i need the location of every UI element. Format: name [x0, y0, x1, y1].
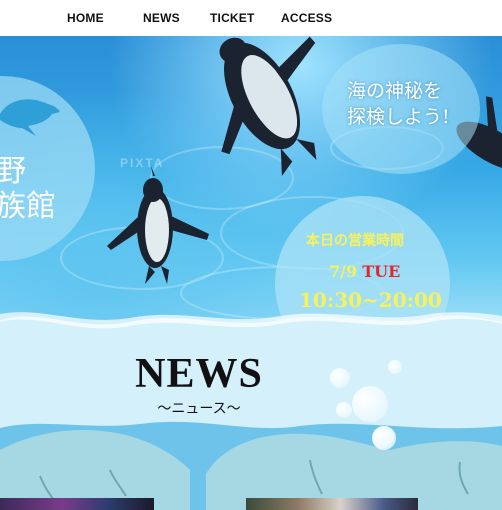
- tagline-line2: 探検しよう!: [347, 106, 450, 128]
- nav-news-link[interactable]: NEWS: [143, 11, 180, 25]
- nav-ticket-link[interactable]: TICKET: [210, 11, 255, 25]
- dolphin-icon: [0, 99, 60, 136]
- hours-date-line: 7/9 TUE: [329, 262, 400, 281]
- penguin-small: [107, 166, 209, 284]
- news-thumbnail[interactable]: [246, 498, 418, 510]
- news-subheading: 〜ニュース〜: [157, 401, 241, 417]
- tagline-line1: 海の神秘を: [347, 80, 443, 102]
- hours-date: 7/9: [329, 262, 358, 281]
- bubble-decoration: [372, 426, 396, 450]
- site-title-line2: 族館: [0, 189, 56, 224]
- nav-home-link[interactable]: HOME: [67, 11, 104, 25]
- hours-heading: 本日の営業時間: [306, 233, 404, 249]
- nav-access-link[interactable]: ACCESS: [281, 11, 332, 25]
- news-heading: NEWS: [135, 351, 263, 397]
- news-thumbnail[interactable]: [0, 498, 154, 510]
- top-nav: HOME NEWS TICKET ACCESS: [0, 0, 502, 36]
- hero-banner: PIXTA 野 族館 海の神秘を 探検しよう! 本日の営業時間 7/9 TUE …: [0, 36, 502, 336]
- hours-weekday: TUE: [362, 262, 401, 281]
